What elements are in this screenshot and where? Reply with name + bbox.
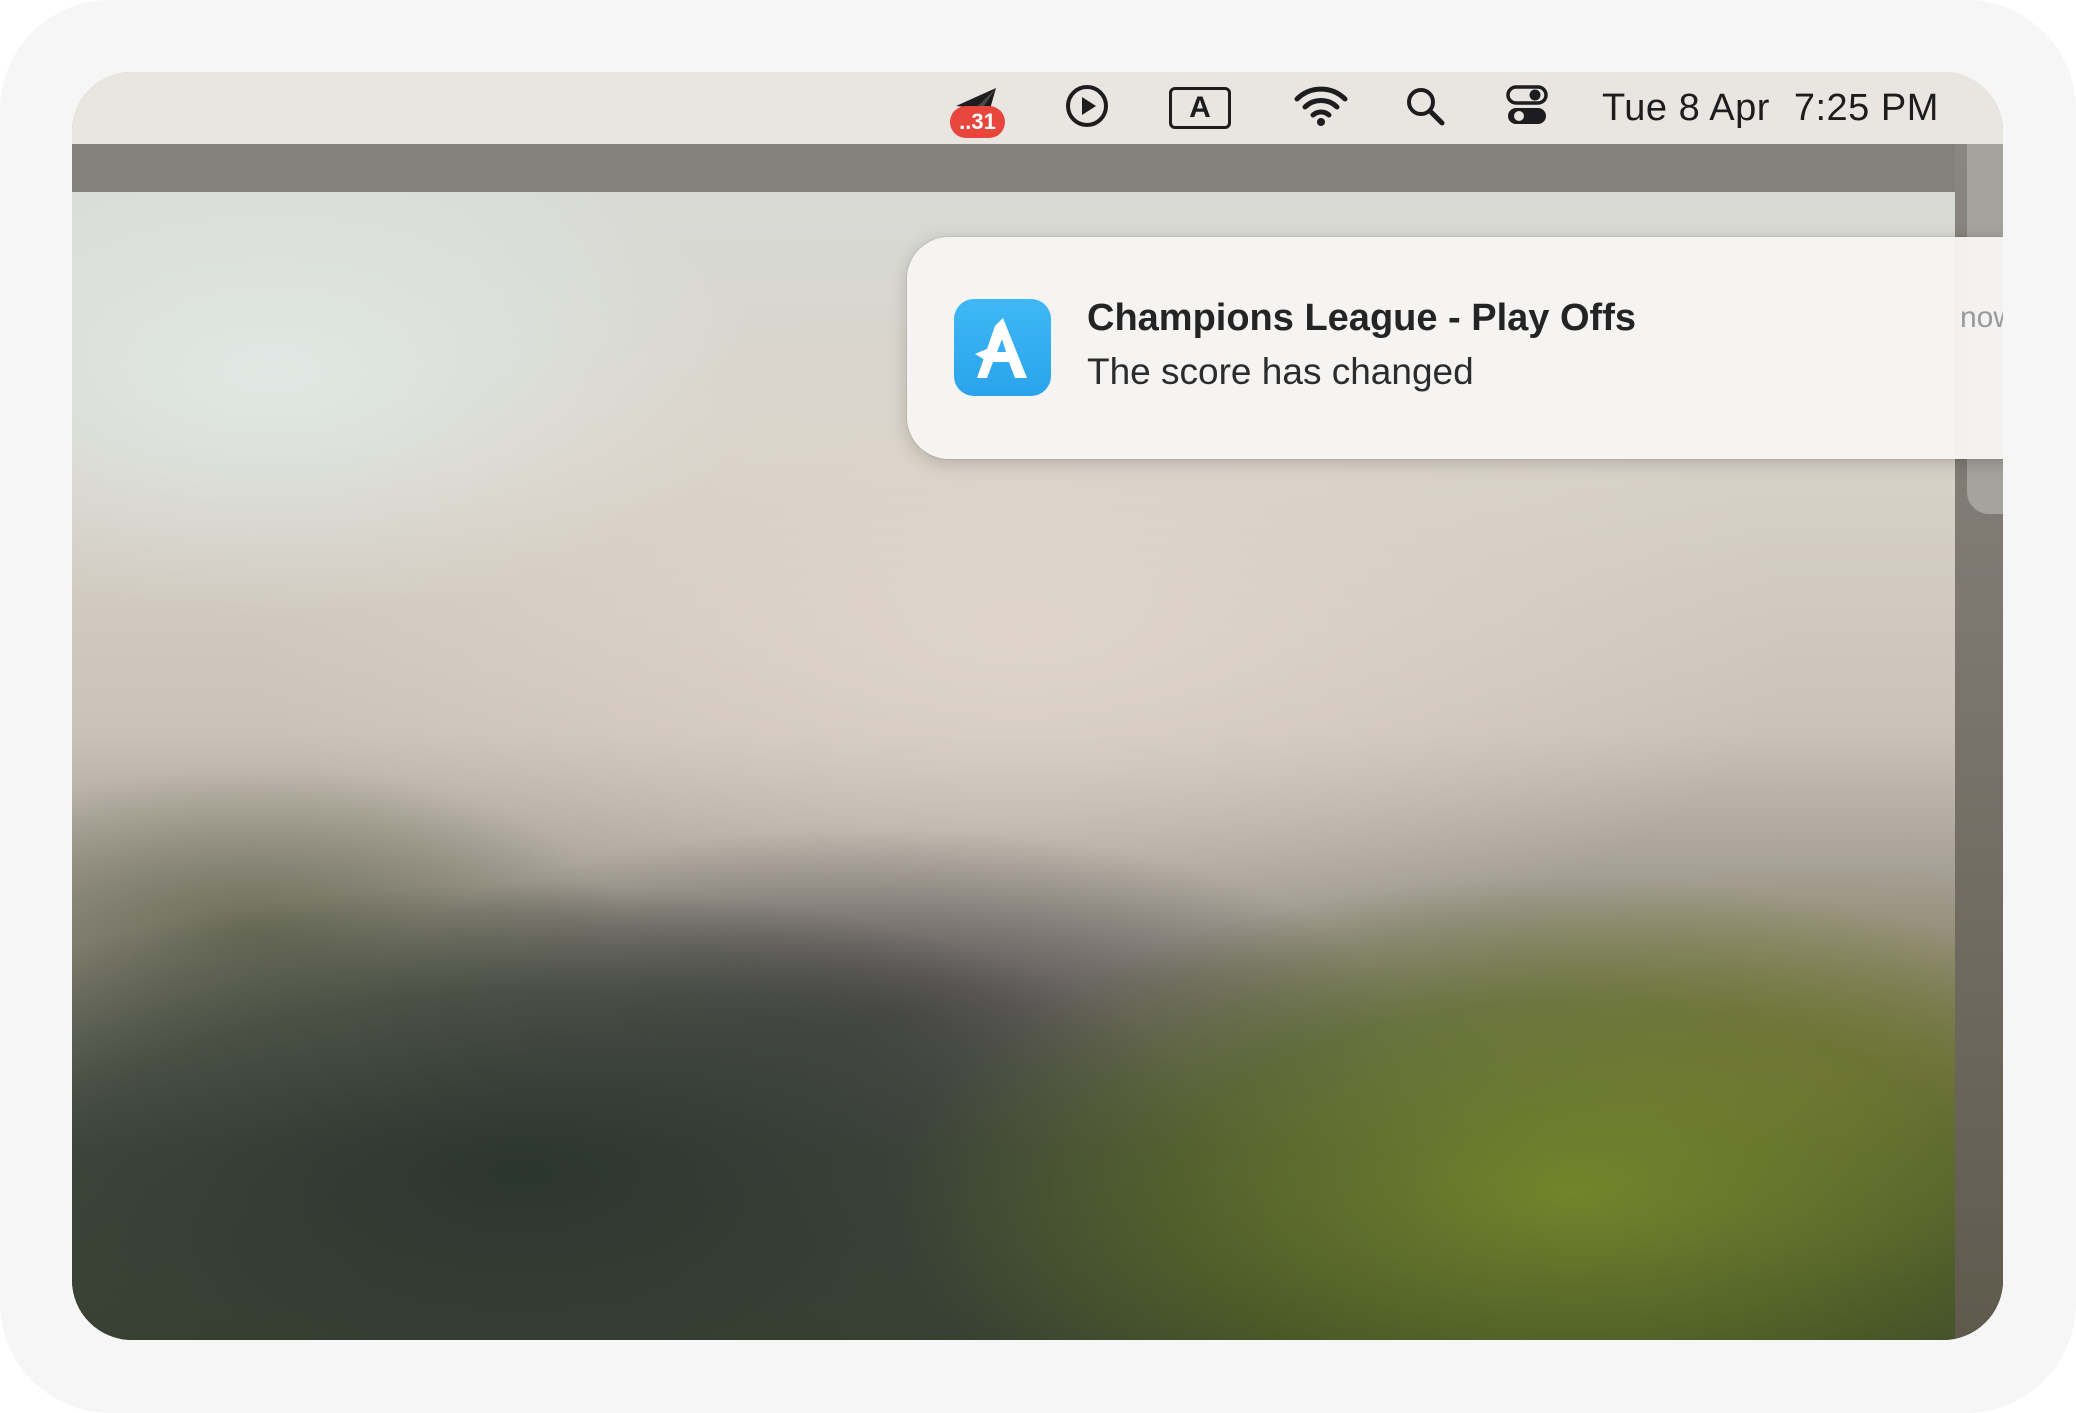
menu-bar: ..31 A Tue 8 Apr 7:25 PM	[72, 72, 2003, 144]
input-source-icon: A	[1169, 87, 1231, 129]
notification-count-badge: ..31	[950, 106, 1005, 138]
desktop-screen: ..31 A Tue 8 Apr 7:25 PM Champions Leagu…	[72, 72, 2003, 1340]
notification-title: Champions League - Play Offs	[1087, 297, 1636, 339]
spotlight-menu-item[interactable]	[1400, 72, 1450, 144]
notification-body: The score has changed	[1087, 351, 1474, 392]
spotlight-search-icon	[1404, 85, 1446, 132]
wifi-menu-item[interactable]	[1291, 72, 1351, 144]
notification-banner[interactable]: Champions League - Play Offs The score h…	[907, 237, 2003, 459]
background-window-edge	[72, 144, 1972, 192]
menu-bar-clock[interactable]: Tue 8 Apr 7:25 PM	[1602, 72, 1939, 144]
input-source-letter: A	[1189, 91, 1211, 124]
clock-time: 7:25 PM	[1793, 86, 1939, 129]
control-center-menu-item[interactable]	[1497, 72, 1557, 144]
clock-date: Tue 8 Apr	[1602, 86, 1770, 129]
app-a-icon	[954, 299, 1051, 396]
device-frame: ..31 A Tue 8 Apr 7:25 PM Champions Leagu…	[0, 0, 2076, 1413]
play-circle-icon	[1064, 83, 1110, 134]
notification-timestamp: now	[1959, 301, 2003, 334]
input-source-menu-item[interactable]: A	[1165, 72, 1235, 144]
wifi-icon	[1294, 85, 1348, 132]
now-playing-menu-item[interactable]	[1057, 72, 1117, 144]
control-center-icon	[1505, 84, 1549, 133]
